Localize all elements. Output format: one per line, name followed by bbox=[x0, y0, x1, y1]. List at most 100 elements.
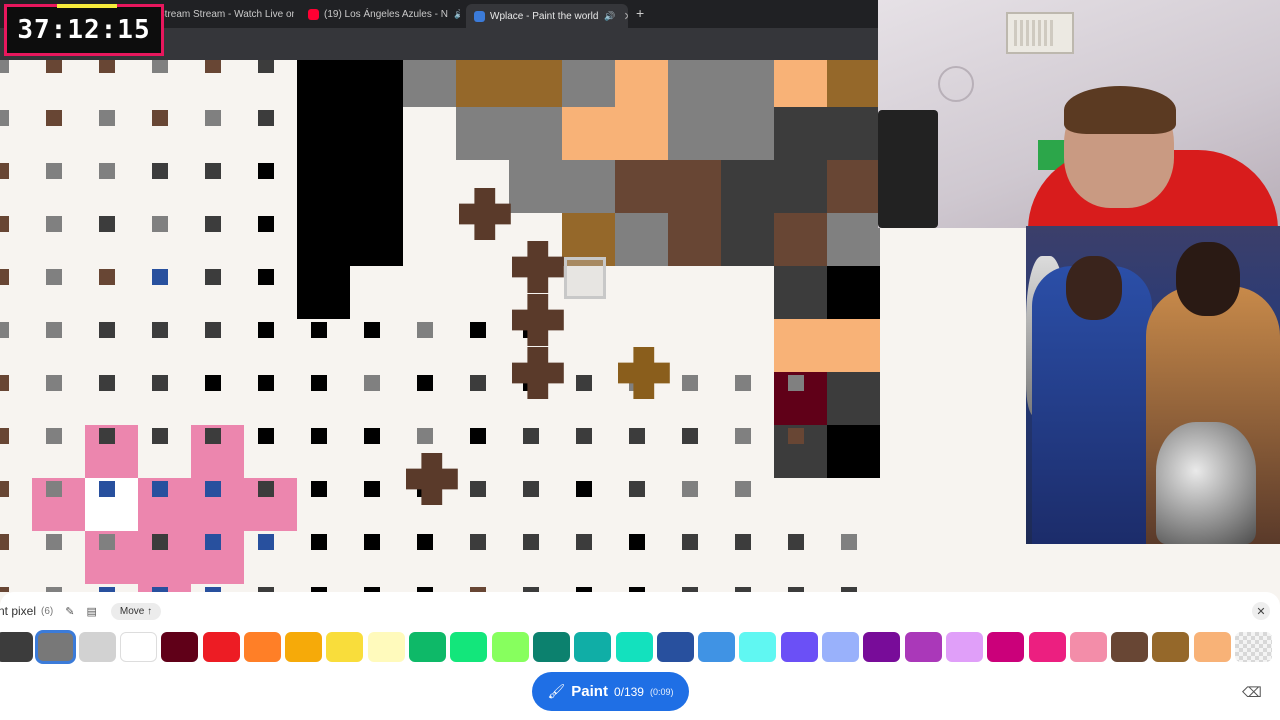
pixel-dot bbox=[0, 110, 9, 126]
pixel-dot bbox=[99, 534, 115, 550]
pixel-block bbox=[827, 213, 880, 266]
color-swatch-8[interactable] bbox=[326, 632, 364, 662]
color-swatch-5[interactable] bbox=[202, 632, 240, 662]
pixel-dot bbox=[258, 322, 274, 338]
pixel-dot bbox=[205, 428, 221, 444]
color-swatch-16[interactable] bbox=[656, 632, 694, 662]
pixel-dot bbox=[152, 216, 168, 232]
paint-button[interactable]: 🖌 Paint 0/139 (0:09) bbox=[532, 672, 689, 711]
pixel-dot bbox=[258, 110, 274, 126]
paint-panel: nt pixel (6) ✎ ▤ Move ↑ ✕ 🖌 Paint 0/139 … bbox=[0, 592, 1280, 720]
placed-pixel-marker[interactable] bbox=[511, 347, 564, 399]
pixel-block bbox=[827, 266, 880, 319]
save-icon[interactable]: ▤ bbox=[86, 605, 96, 618]
color-swatch-10[interactable] bbox=[409, 632, 446, 662]
color-swatch-24[interactable] bbox=[987, 632, 1025, 662]
pixel-dot bbox=[629, 428, 645, 444]
reference-image bbox=[1026, 226, 1280, 544]
close-icon[interactable]: ✕ bbox=[1252, 602, 1270, 620]
pixel-dot bbox=[311, 428, 327, 444]
pixel-dot bbox=[0, 375, 9, 391]
speaker-icon[interactable]: 🔊 bbox=[454, 9, 460, 20]
pixel-dot bbox=[364, 428, 380, 444]
pixel-dot bbox=[46, 481, 62, 497]
pixel-dot bbox=[46, 375, 62, 391]
eraser-icon[interactable]: ⌫ bbox=[1242, 684, 1262, 704]
color-swatch-7[interactable] bbox=[285, 632, 323, 662]
color-swatch-20[interactable] bbox=[822, 632, 859, 662]
pixel-dot bbox=[258, 375, 274, 391]
color-swatch-14[interactable] bbox=[574, 632, 612, 662]
pixel-dot bbox=[99, 428, 115, 444]
pixel-dot bbox=[735, 428, 751, 444]
color-swatch-9[interactable] bbox=[367, 632, 405, 662]
browser-tab-2[interactable]: (19) Los Ángeles Azules - N🔊✕ bbox=[300, 3, 460, 25]
color-swatch-13[interactable] bbox=[532, 632, 570, 662]
paint-label: Paint bbox=[571, 683, 608, 700]
placed-pixel-marker[interactable] bbox=[405, 453, 458, 505]
color-swatch-12[interactable] bbox=[491, 632, 529, 662]
color-swatch-22[interactable] bbox=[904, 632, 942, 662]
new-tab-icon[interactable]: + bbox=[636, 5, 644, 21]
browser-tab-3[interactable]: Wplace - Paint the world 🔊✕ bbox=[466, 4, 628, 28]
pixel-dot bbox=[258, 216, 274, 232]
air-conditioner bbox=[1006, 12, 1074, 54]
pixel-dot bbox=[523, 481, 539, 497]
placed-pixel-marker[interactable] bbox=[617, 347, 670, 399]
edit-icon[interactable]: ✎ bbox=[65, 605, 74, 618]
color-swatch-30[interactable] bbox=[1235, 632, 1272, 662]
pixel-dot bbox=[523, 428, 539, 444]
color-swatch-3[interactable] bbox=[119, 632, 157, 662]
pixel-dot bbox=[99, 60, 115, 73]
color-swatch-17[interactable] bbox=[698, 632, 736, 662]
pixel-dot bbox=[46, 163, 62, 179]
color-swatch-26[interactable] bbox=[1069, 632, 1107, 662]
placed-pixel-marker[interactable] bbox=[511, 241, 564, 293]
black-block bbox=[297, 60, 404, 266]
color-swatch-23[interactable] bbox=[945, 632, 983, 662]
pixel-dot bbox=[417, 428, 433, 444]
color-swatch-0[interactable] bbox=[0, 632, 33, 662]
pixel-dot bbox=[470, 428, 486, 444]
color-swatch-2[interactable] bbox=[78, 632, 116, 662]
pixel-dot bbox=[205, 322, 221, 338]
color-swatch-1[interactable] bbox=[35, 630, 77, 664]
black-block bbox=[297, 266, 351, 319]
pixel-dot bbox=[152, 163, 168, 179]
pixel-dot bbox=[364, 481, 380, 497]
color-swatch-21[interactable] bbox=[863, 632, 901, 662]
pixel-cursor[interactable] bbox=[564, 257, 606, 299]
color-swatch-15[interactable] bbox=[615, 632, 653, 662]
color-swatch-6[interactable] bbox=[243, 632, 281, 662]
pixel-dot bbox=[0, 481, 9, 497]
favicon-icon bbox=[474, 10, 485, 22]
pixel-dot bbox=[735, 534, 751, 550]
tab-close-icon[interactable]: ✕ bbox=[616, 10, 628, 23]
pixel-dot bbox=[46, 428, 62, 444]
color-swatch-28[interactable] bbox=[1152, 632, 1190, 662]
speaker-icon[interactable]: 🔊 bbox=[604, 11, 615, 22]
move-button[interactable]: Move ↑ bbox=[110, 602, 162, 620]
color-swatch-19[interactable] bbox=[780, 632, 818, 662]
pixel-dot bbox=[576, 481, 592, 497]
pixel-dot bbox=[258, 60, 274, 73]
color-swatch-4[interactable] bbox=[161, 632, 199, 662]
color-swatch-29[interactable] bbox=[1193, 632, 1231, 662]
pixel-dot bbox=[258, 534, 274, 550]
pixel-dot bbox=[46, 216, 62, 232]
color-swatch-18[interactable] bbox=[739, 632, 777, 662]
color-swatch-27[interactable] bbox=[1111, 632, 1149, 662]
pixel-dot bbox=[629, 534, 645, 550]
pixel-dot bbox=[99, 322, 115, 338]
pixel-dot bbox=[99, 375, 115, 391]
placed-pixel-marker[interactable] bbox=[511, 294, 564, 346]
pixel-block bbox=[774, 60, 828, 107]
color-swatch-11[interactable] bbox=[450, 632, 488, 662]
pixel-canvas[interactable] bbox=[0, 60, 880, 592]
color-swatch-25[interactable] bbox=[1028, 632, 1066, 662]
placed-pixel-marker[interactable] bbox=[458, 188, 511, 240]
paint-cooldown: (0:09) bbox=[649, 686, 674, 697]
monitor bbox=[878, 110, 938, 228]
brush-icon: 🖌 bbox=[547, 683, 566, 699]
pixel-block bbox=[456, 60, 563, 107]
